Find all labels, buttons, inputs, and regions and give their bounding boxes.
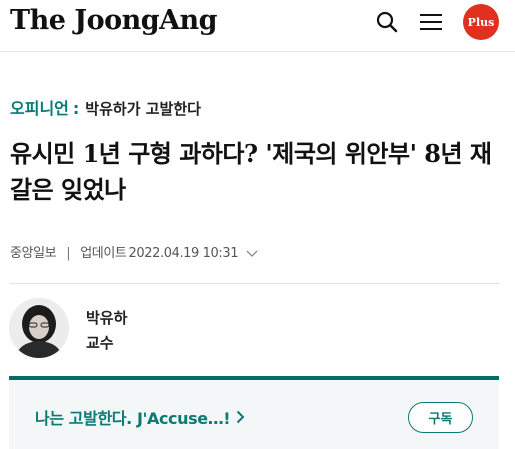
chevron-right-icon (237, 410, 245, 424)
hamburger-menu-icon (420, 14, 442, 30)
series-category[interactable]: 오피니언 (10, 98, 69, 120)
series-banner-link[interactable]: 나는 고발한다. J'Accuse…! (35, 405, 245, 429)
author-avatar[interactable] (9, 298, 69, 358)
site-header: The JoongAng Plus (0, 0, 515, 52)
series-colon: : (72, 99, 80, 118)
article-meta: 중앙일보 | 업데이트 2022.04.19 10:31 (10, 244, 258, 264)
article-headline: 유시민 1년 구형 과하다? '제국의 위안부' 8년 재갈은 잊었나 (10, 139, 492, 204)
author-name[interactable]: 박유하 (86, 308, 127, 328)
search-button[interactable] (375, 10, 399, 34)
updated-date: 2022.04.19 10:31 (128, 246, 239, 261)
author-portrait-icon (9, 298, 69, 358)
meta-separator: | (66, 246, 71, 261)
series-banner-text: 나는 고발한다. J'Accuse…! (35, 409, 231, 428)
series-banner: 나는 고발한다. J'Accuse…! 구독 (9, 376, 499, 449)
menu-button[interactable] (419, 10, 443, 34)
date-expand-toggle[interactable] (246, 250, 258, 258)
author-role: 교수 (86, 334, 114, 352)
series-name[interactable]: 박유하가 고발한다 (85, 98, 201, 120)
series-label: 오피니언 : 박유하가 고발한다 (10, 98, 201, 120)
meta-divider (10, 283, 499, 284)
subscribe-button[interactable]: 구독 (408, 402, 473, 433)
updated-label: 업데이트 (80, 246, 127, 261)
site-logo[interactable]: The JoongAng (10, 4, 218, 38)
search-icon (376, 11, 398, 33)
plus-button[interactable]: Plus (463, 4, 499, 40)
article-source: 중앙일보 (10, 246, 57, 261)
chevron-down-icon (246, 250, 258, 257)
